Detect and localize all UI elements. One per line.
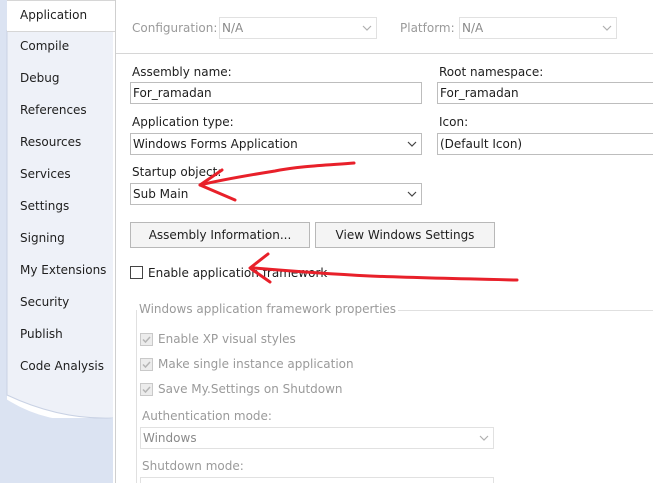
application-type-value: Windows Forms Application — [133, 137, 298, 151]
enable-framework-checkbox[interactable] — [130, 266, 143, 279]
chevron-down-icon — [362, 25, 372, 31]
tab-references[interactable]: References — [7, 96, 113, 128]
single-instance-label: Make single instance application — [158, 357, 354, 371]
chevron-down-icon — [407, 191, 417, 197]
tab-resources[interactable]: Resources — [7, 128, 113, 160]
root-namespace-label: Root namespace: — [439, 65, 544, 79]
tab-compile[interactable]: Compile — [7, 32, 113, 64]
tab-security[interactable]: Security — [7, 288, 113, 320]
application-type-label: Application type: — [132, 115, 234, 129]
enable-framework-label[interactable]: Enable application framework — [148, 266, 327, 280]
tab-debug[interactable]: Debug — [7, 64, 113, 96]
startup-object-value: Sub Main — [133, 187, 189, 201]
assembly-information-button[interactable]: Assembly Information... — [130, 222, 310, 248]
configuration-select: N/A — [219, 17, 377, 39]
tab-code-analysis[interactable]: Code Analysis — [7, 352, 113, 384]
sidebar: Application Compile Debug References Res… — [0, 0, 115, 483]
startup-object-label: Startup object: — [132, 165, 222, 179]
save-settings-label: Save My.Settings on Shutdown — [158, 382, 343, 396]
platform-select: N/A — [459, 17, 617, 39]
chevron-down-icon — [407, 141, 417, 147]
assembly-name-label: Assembly name: — [132, 65, 232, 79]
configuration-value: N/A — [222, 21, 244, 35]
framework-properties-title: Windows application framework properties — [137, 302, 399, 316]
platform-value: N/A — [462, 21, 484, 35]
icon-label: Icon: — [439, 115, 469, 129]
xp-styles-checkbox — [140, 333, 153, 346]
icon-select[interactable]: (Default Icon) — [437, 133, 653, 155]
startup-object-select[interactable]: Sub Main — [130, 183, 422, 205]
tab-signing[interactable]: Signing — [7, 224, 113, 256]
tab-settings[interactable]: Settings — [7, 192, 113, 224]
assembly-name-input[interactable]: For_ramadan — [130, 82, 422, 104]
save-settings-checkbox — [140, 383, 153, 396]
authentication-mode-label: Authentication mode: — [142, 409, 272, 423]
view-windows-settings-button[interactable]: View Windows Settings — [315, 222, 495, 248]
tab-services[interactable]: Services — [7, 160, 113, 192]
platform-label: Platform: — [400, 21, 455, 35]
checkmark-icon — [142, 361, 151, 369]
chevron-down-icon — [479, 435, 489, 441]
icon-value: (Default Icon) — [440, 137, 523, 151]
authentication-mode-select: Windows — [140, 427, 494, 449]
application-page: Configuration: N/A Platform: N/A Assembl… — [115, 0, 653, 483]
tab-application[interactable]: Application — [7, 0, 115, 32]
xp-styles-label: Enable XP visual styles — [158, 332, 296, 346]
single-instance-checkbox — [140, 358, 153, 371]
shutdown-mode-label: Shutdown mode: — [142, 459, 244, 473]
chevron-down-icon — [602, 25, 612, 31]
tab-publish[interactable]: Publish — [7, 320, 113, 352]
configuration-label: Configuration: — [132, 21, 218, 35]
application-type-select[interactable]: Windows Forms Application — [130, 133, 422, 155]
tab-my-extensions[interactable]: My Extensions — [7, 256, 113, 288]
checkmark-icon — [142, 336, 151, 344]
checkmark-icon — [142, 386, 151, 394]
shutdown-mode-select — [140, 477, 494, 483]
root-namespace-input[interactable]: For_ramadan — [437, 82, 653, 104]
authentication-mode-value: Windows — [143, 431, 197, 445]
